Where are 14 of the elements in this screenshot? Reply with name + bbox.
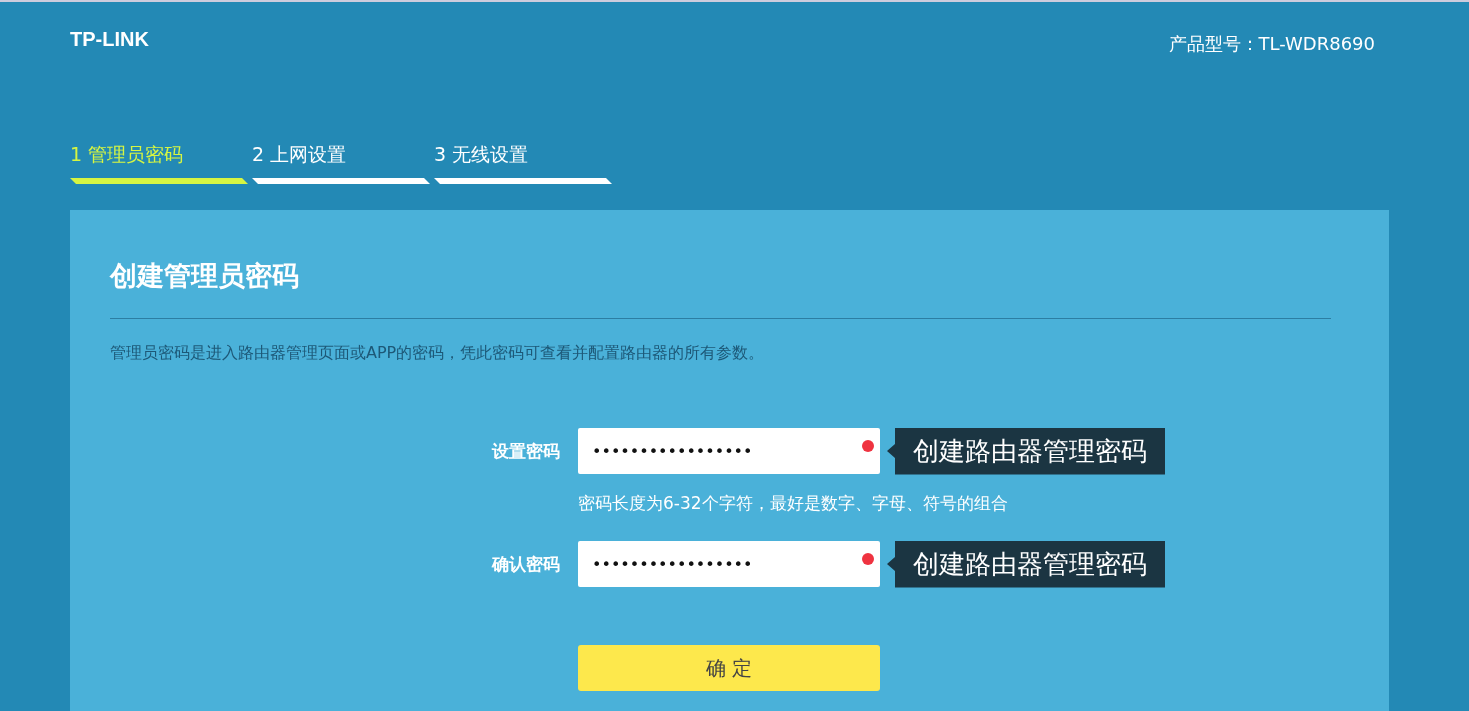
tooltip: 创建路由器管理密码 xyxy=(887,540,1165,588)
password-field[interactable]: ••••••••••••••••• xyxy=(578,541,880,587)
step-tab[interactable]: 2 上网设置 xyxy=(252,142,430,184)
field-label: 确认密码 xyxy=(490,552,560,576)
brand-logo: TP-LINK xyxy=(70,28,149,51)
card-title: 创建管理员密码 xyxy=(110,259,300,293)
field-label: 设置密码 xyxy=(490,439,560,463)
hint-text: 密码长度为6-32个字符，最好是数字、字母、符号的组合 xyxy=(578,492,1009,515)
password-field[interactable]: ••••••••••••••••• xyxy=(578,428,880,474)
product-model: 产品型号：TL-WDR8690 xyxy=(1168,32,1375,56)
step-tab[interactable]: 3 无线设置 xyxy=(434,142,612,184)
description-text: 管理员密码是进入路由器管理页面或APP的密码，凭此密码可查看并配置路由器的所有参数。 xyxy=(110,343,766,364)
tooltip: 创建路由器管理密码 xyxy=(887,427,1165,475)
confirm-button[interactable]: 确 定 xyxy=(578,645,880,691)
